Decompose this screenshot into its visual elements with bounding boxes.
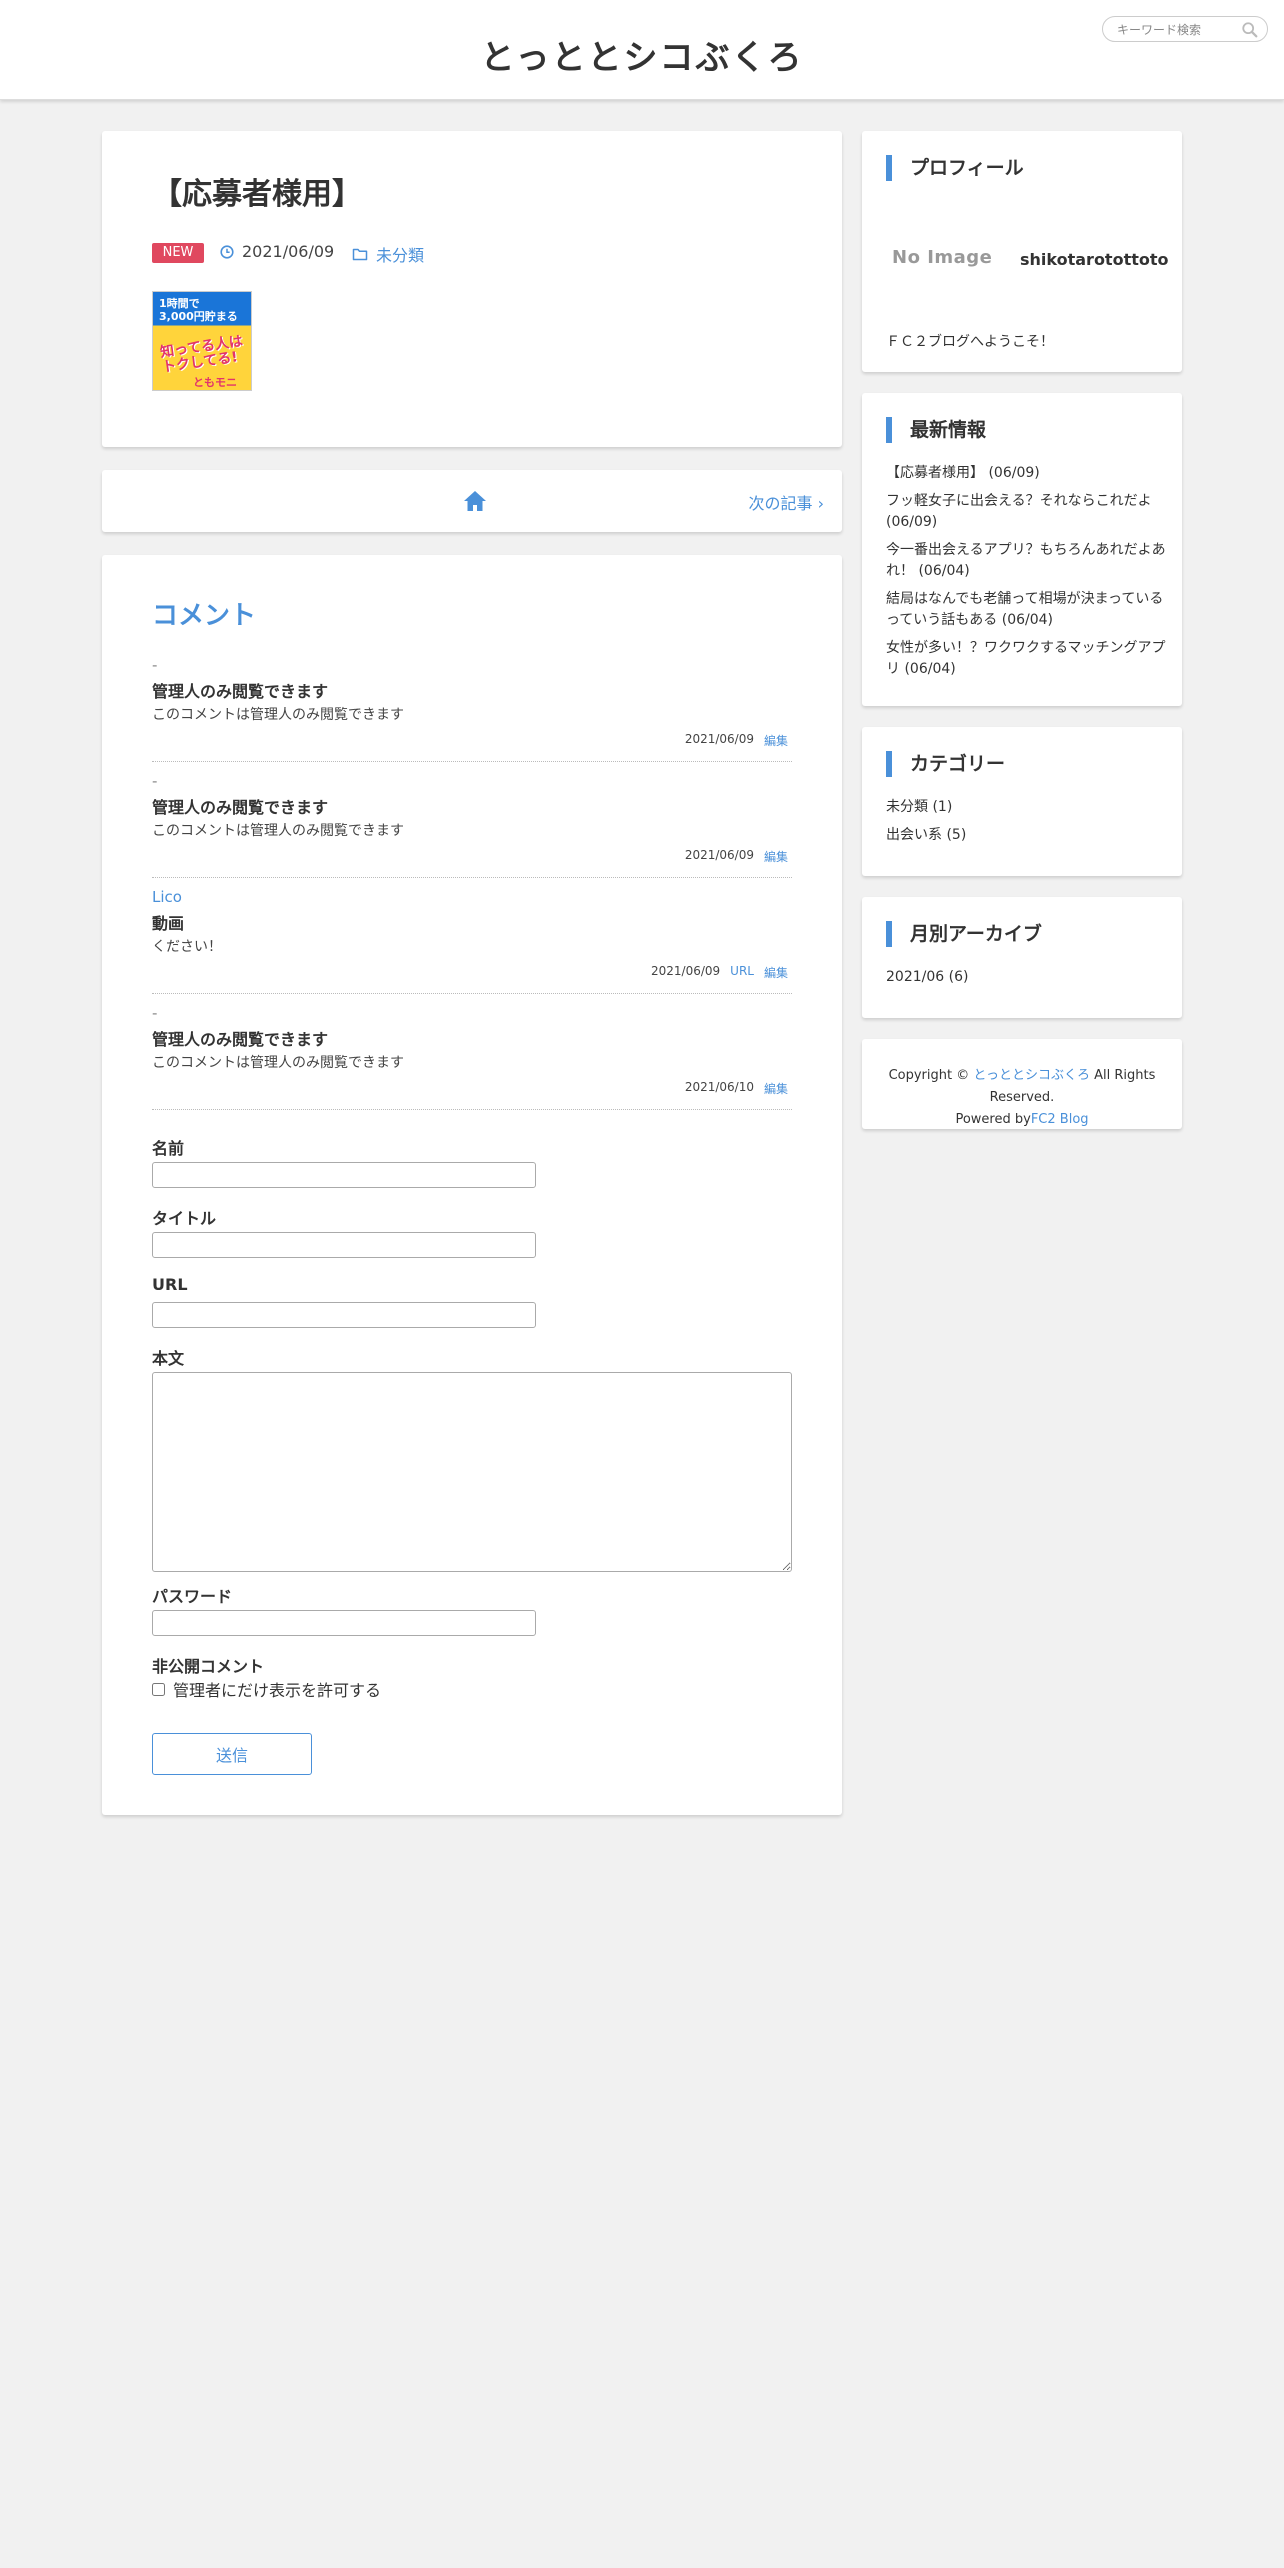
comment-edit-link[interactable]: 編集 [764, 964, 788, 981]
submit-button[interactable]: 送信 [152, 1733, 312, 1775]
comment-edit-link[interactable]: 編集 [764, 1080, 788, 1097]
comment-body: ください！ [152, 939, 222, 955]
post-date-text: 2021/06/09 [242, 242, 335, 261]
copyright-text: Copyright © とっととシコぶくろ All Rights Reserve… [862, 1065, 1182, 1131]
banner-line2: 3,000円貯まる [159, 310, 238, 323]
chevron-right-icon: › [817, 494, 824, 513]
search-icon[interactable] [1241, 21, 1259, 39]
category-item[interactable]: 出会い系 (5) [886, 825, 1166, 846]
recent-item[interactable]: 女性が多い！？ワクワクするマッチングアプリ (06/04) [886, 638, 1166, 680]
copyright-widget: Copyright © とっととシコぶくろ All Rights Reserve… [862, 1039, 1182, 1129]
recent-item[interactable]: 【応募者様用】 (06/09) [886, 463, 1166, 484]
post-category[interactable]: 未分類 [352, 242, 424, 266]
archive-list: 2021/06 (6) [886, 967, 1166, 995]
site-header: とっととシコぶくろ [0, 0, 1284, 100]
post-date: 2021/06/09 [220, 242, 334, 261]
recent-item[interactable]: フッ軽女子に出会える？それならこれだよ (06/09) [886, 491, 1166, 533]
category-link[interactable]: 未分類 [376, 242, 424, 266]
comment-body: このコメントは管理人のみ閲覧できます [152, 1055, 404, 1071]
private-comment-text: 管理者にだけ表示を許可する [173, 1681, 382, 1700]
title-label: タイトル [152, 1209, 217, 1228]
recent-posts-widget: 最新情報 【応募者様用】 (06/09) フッ軽女子に出会える？それならこれだよ… [862, 393, 1182, 706]
categories-widget: カテゴリー 未分類 (1) 出会い系 (5) [862, 727, 1182, 876]
url-label: URL [152, 1275, 188, 1294]
new-badge: NEW [152, 243, 204, 263]
comments-heading: コメント [152, 601, 257, 631]
comment-item: - 管理人のみ閲覧できます このコメントは管理人のみ閲覧できます 2021/06… [152, 1004, 792, 1110]
private-comment-label: 非公開コメント [152, 1657, 265, 1676]
password-field[interactable] [152, 1610, 536, 1636]
site-title[interactable]: とっととシコぶくろ [0, 30, 1284, 79]
private-comment-checkbox[interactable] [152, 1682, 165, 1696]
banner-brand: ともモニ [193, 376, 237, 389]
copyright-prefix: Copyright © [888, 1068, 970, 1083]
folder-icon [352, 248, 368, 261]
recent-list: 【応募者様用】 (06/09) フッ軽女子に出会える？それならこれだよ (06/… [886, 463, 1166, 687]
comment-item: Lico 動画 ください！ 2021/06/09 URL 編集 [152, 888, 792, 994]
ad-banner-image[interactable]: 1時間で 3,000円貯まる 知ってる人は トクしてる! ともモニ [152, 291, 252, 391]
search-input[interactable] [1117, 21, 1237, 38]
categories-list: 未分類 (1) 出会い系 (5) [886, 797, 1166, 853]
comment-date: 2021/06/10 [684, 1080, 754, 1094]
next-post-label: 次の記事 [748, 494, 813, 513]
name-field[interactable] [152, 1162, 536, 1188]
comments-card: コメント - 管理人のみ閲覧できます このコメントは管理人のみ閲覧できます 20… [102, 555, 842, 1815]
home-icon[interactable] [460, 486, 490, 516]
profile-no-image: No Image [892, 247, 993, 268]
profile-description: ＦＣ２ブログへようこそ！ [886, 334, 1054, 350]
archive-widget: 月別アーカイブ 2021/06 (6) [862, 897, 1182, 1018]
title-field[interactable] [152, 1232, 536, 1258]
password-label: パスワード [152, 1587, 233, 1606]
profile-name: shikotarotottoto [1020, 250, 1169, 269]
comment-body: このコメントは管理人のみ閲覧できます [152, 707, 404, 723]
private-comment-row: 管理者にだけ表示を許可する [152, 1677, 381, 1701]
powered-by-prefix: Powered by [955, 1112, 1031, 1127]
recent-item[interactable]: 今一番出会えるアプリ？もちろんあれだよあれ！ (06/04) [886, 540, 1166, 582]
comment-author: - [152, 772, 158, 790]
comment-item: - 管理人のみ閲覧できます このコメントは管理人のみ閲覧できます 2021/06… [152, 656, 792, 762]
post-navigation: 次の記事 › [102, 470, 842, 532]
comment-edit-link[interactable]: 編集 [764, 732, 788, 749]
recent-heading: 最新情報 [886, 417, 986, 443]
archive-item[interactable]: 2021/06 (6) [886, 967, 1166, 988]
next-post-link[interactable]: 次の記事 › [748, 490, 824, 514]
recent-item[interactable]: 結局はなんでも老舗って相場が決まっているっていう話もある (06/04) [886, 589, 1166, 631]
name-label: 名前 [152, 1139, 185, 1158]
comment-author-link[interactable]: Lico [152, 888, 182, 906]
comment-title: 管理人のみ閲覧できます [152, 798, 329, 817]
search-box[interactable] [1102, 16, 1268, 42]
body-label: 本文 [152, 1349, 185, 1368]
comment-url-link[interactable]: URL [730, 964, 754, 981]
profile-widget: プロフィール No Image shikotarotottoto ＦＣ２ブログへ… [862, 131, 1182, 372]
clock-icon [220, 244, 234, 259]
comment-author: - [152, 1004, 158, 1022]
banner-line1: 1時間で [159, 297, 200, 310]
comment-item: - 管理人のみ閲覧できます このコメントは管理人のみ閲覧できます 2021/06… [152, 772, 792, 878]
archive-heading: 月別アーカイブ [886, 921, 1042, 947]
comment-date: 2021/06/09 [651, 964, 721, 978]
comment-author: - [152, 656, 158, 674]
comment-title: 管理人のみ閲覧できます [152, 682, 329, 701]
comment-title: 管理人のみ閲覧できます [152, 1030, 329, 1049]
url-field[interactable] [152, 1302, 536, 1328]
comment-date: 2021/06/09 [684, 732, 754, 746]
post-title: 【応募者様用】 [152, 177, 362, 212]
comment-body: このコメントは管理人のみ閲覧できます [152, 823, 404, 839]
body-textarea[interactable] [152, 1372, 792, 1572]
article-card: 【応募者様用】 NEW 2021/06/09 未分類 1時間で 3,000円貯まる… [102, 131, 842, 447]
comment-date: 2021/06/09 [684, 848, 754, 862]
copyright-site-link[interactable]: とっととシコぶくろ [973, 1068, 1090, 1083]
profile-heading: プロフィール [886, 155, 1024, 181]
fc2-blog-link[interactable]: FC2 Blog [1031, 1112, 1089, 1127]
category-item[interactable]: 未分類 (1) [886, 797, 1166, 818]
categories-heading: カテゴリー [886, 751, 1005, 777]
comment-title: 動画 [152, 914, 185, 933]
comment-edit-link[interactable]: 編集 [764, 848, 788, 865]
